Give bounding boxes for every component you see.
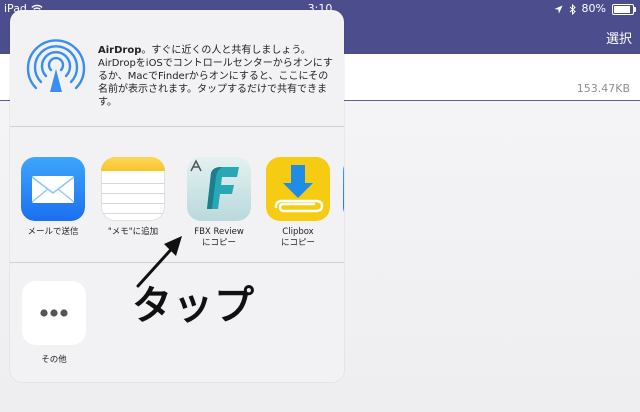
annotation-text: タップ [132, 283, 255, 329]
share-app-label: Clipbox にコピー [257, 227, 339, 249]
share-app-notes[interactable]: "メモ"に追加 [92, 157, 174, 238]
battery-icon [612, 3, 636, 15]
app-icon [343, 157, 344, 221]
status-right: 80% [553, 2, 636, 16]
airdrop-description: AirDrop。すぐに近くの人と共有しましょう。AirDropをiOSでコントロ… [98, 44, 334, 109]
share-app-fbx-review[interactable]: FBX Review にコピー [178, 157, 260, 249]
battery-percent: 80% [581, 2, 606, 15]
clipbox-icon [266, 157, 330, 221]
more-icon[interactable] [22, 281, 86, 345]
fbx-review-icon [187, 157, 251, 221]
share-app-label: メールで送信 [27, 227, 79, 237]
share-app-label-line2: にコピー [280, 238, 315, 248]
share-app-label-line2: にコピー [201, 238, 236, 248]
notes-icon [101, 157, 165, 221]
airdrop-title: AirDrop [98, 45, 142, 56]
share-app-mail[interactable]: メールで送信 [12, 157, 94, 238]
select-button[interactable]: 選択 [606, 28, 632, 47]
location-icon [553, 4, 563, 14]
file-size: 153.47KB [576, 82, 630, 95]
bluetooth-icon [569, 3, 576, 15]
share-app-label: FBX Review にコピー [178, 227, 260, 249]
airdrop-icon [26, 39, 86, 92]
share-app-clipbox[interactable]: Clipbox にコピー [257, 157, 339, 249]
airdrop-section[interactable]: AirDrop。すぐに近くの人と共有しましょう。AirDropをiOSでコントロ… [10, 10, 344, 127]
share-app-partial[interactable] [334, 157, 344, 221]
share-app-label-line1: Clipbox [282, 227, 314, 237]
share-app-label-line1: FBX Review [194, 227, 244, 237]
mail-icon [21, 157, 85, 221]
more-label: その他 [41, 355, 67, 365]
